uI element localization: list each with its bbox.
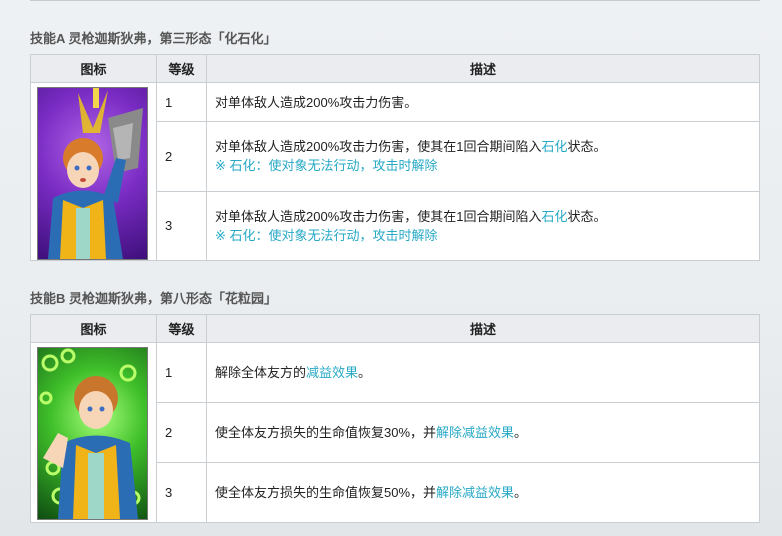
header-desc: 描述 — [206, 314, 760, 343]
debuff-link[interactable]: 减益效果 — [306, 365, 358, 380]
skill-a-level-3: 3 — [156, 190, 207, 262]
petrify-link[interactable]: 石化 — [541, 209, 567, 224]
king-petrify-icon — [48, 88, 143, 259]
skill-b-level-2: 2 — [156, 402, 207, 463]
skill-a-desc-1: 对单体敌人造成200%攻击力伤害。 — [206, 81, 760, 123]
skill-b-desc-3: 使全体友方损失的生命值恢复50%，并解除减益效果。 — [206, 462, 760, 523]
skill-b-level-3: 3 — [156, 462, 207, 523]
skill-b-desc-2: 使全体友方损失的生命值恢复30%，并解除减益效果。 — [206, 402, 760, 463]
petrify-link[interactable]: 石化 — [541, 139, 567, 154]
petrify-note: ※ 石化：使对象无法行动，攻击时解除 — [215, 158, 438, 174]
skill-b-level-1: 1 — [156, 342, 207, 403]
skill-a-desc-2: 对单体敌人造成200%攻击力伤害，使其在1回合期间陷入石化状态。 ※ 石化：使对… — [206, 121, 760, 192]
remove-debuff-link[interactable]: 解除减益效果 — [436, 425, 514, 440]
skill-a-title: 技能A 灵枪迦斯狄弗，第三形态「化石化」 — [30, 31, 277, 46]
header-icon: 图标 — [30, 54, 157, 83]
skill-a-level-2: 2 — [156, 121, 207, 192]
skill-b-portrait — [37, 347, 148, 520]
skill-b-desc-1: 解除全体友方的减益效果。 — [206, 342, 760, 403]
skill-a-icon-cell — [30, 82, 157, 261]
remove-debuff-link[interactable]: 解除减益效果 — [436, 485, 514, 500]
king-flower-icon — [39, 348, 141, 519]
skill-a-table: 图标 等级 描述 1 对单体敌人造成200%攻击力伤害。 2 对单体敌人造成20… — [30, 54, 760, 262]
skill-a-desc-3: 对单体敌人造成200%攻击力伤害，使其在1回合期间陷入石化状态。 ※ 石化：使对… — [206, 190, 760, 262]
skill-a-portrait — [37, 87, 148, 260]
table-row: 1 对单体敌人造成200%攻击力伤害。 — [30, 81, 760, 261]
header-icon: 图标 — [30, 314, 157, 343]
header-desc: 描述 — [206, 54, 760, 83]
skill-b-icon-cell — [30, 342, 157, 523]
skill-b-table: 图标 等级 描述 1 解除全体友方的减益效果。 2 使全体友方损失的生命值恢复3… — [30, 314, 760, 523]
table-row: 1 解除全体友方的减益效果。 — [30, 342, 760, 523]
skill-b-title: 技能B 灵枪迦斯狄弗，第八形态「花粒园」 — [30, 291, 278, 306]
skill-a-level-1: 1 — [156, 81, 207, 123]
top-divider — [30, 0, 760, 1]
petrify-note: ※ 石化：使对象无法行动，攻击时解除 — [215, 227, 438, 243]
header-level: 等级 — [156, 314, 207, 343]
header-level: 等级 — [156, 54, 207, 83]
